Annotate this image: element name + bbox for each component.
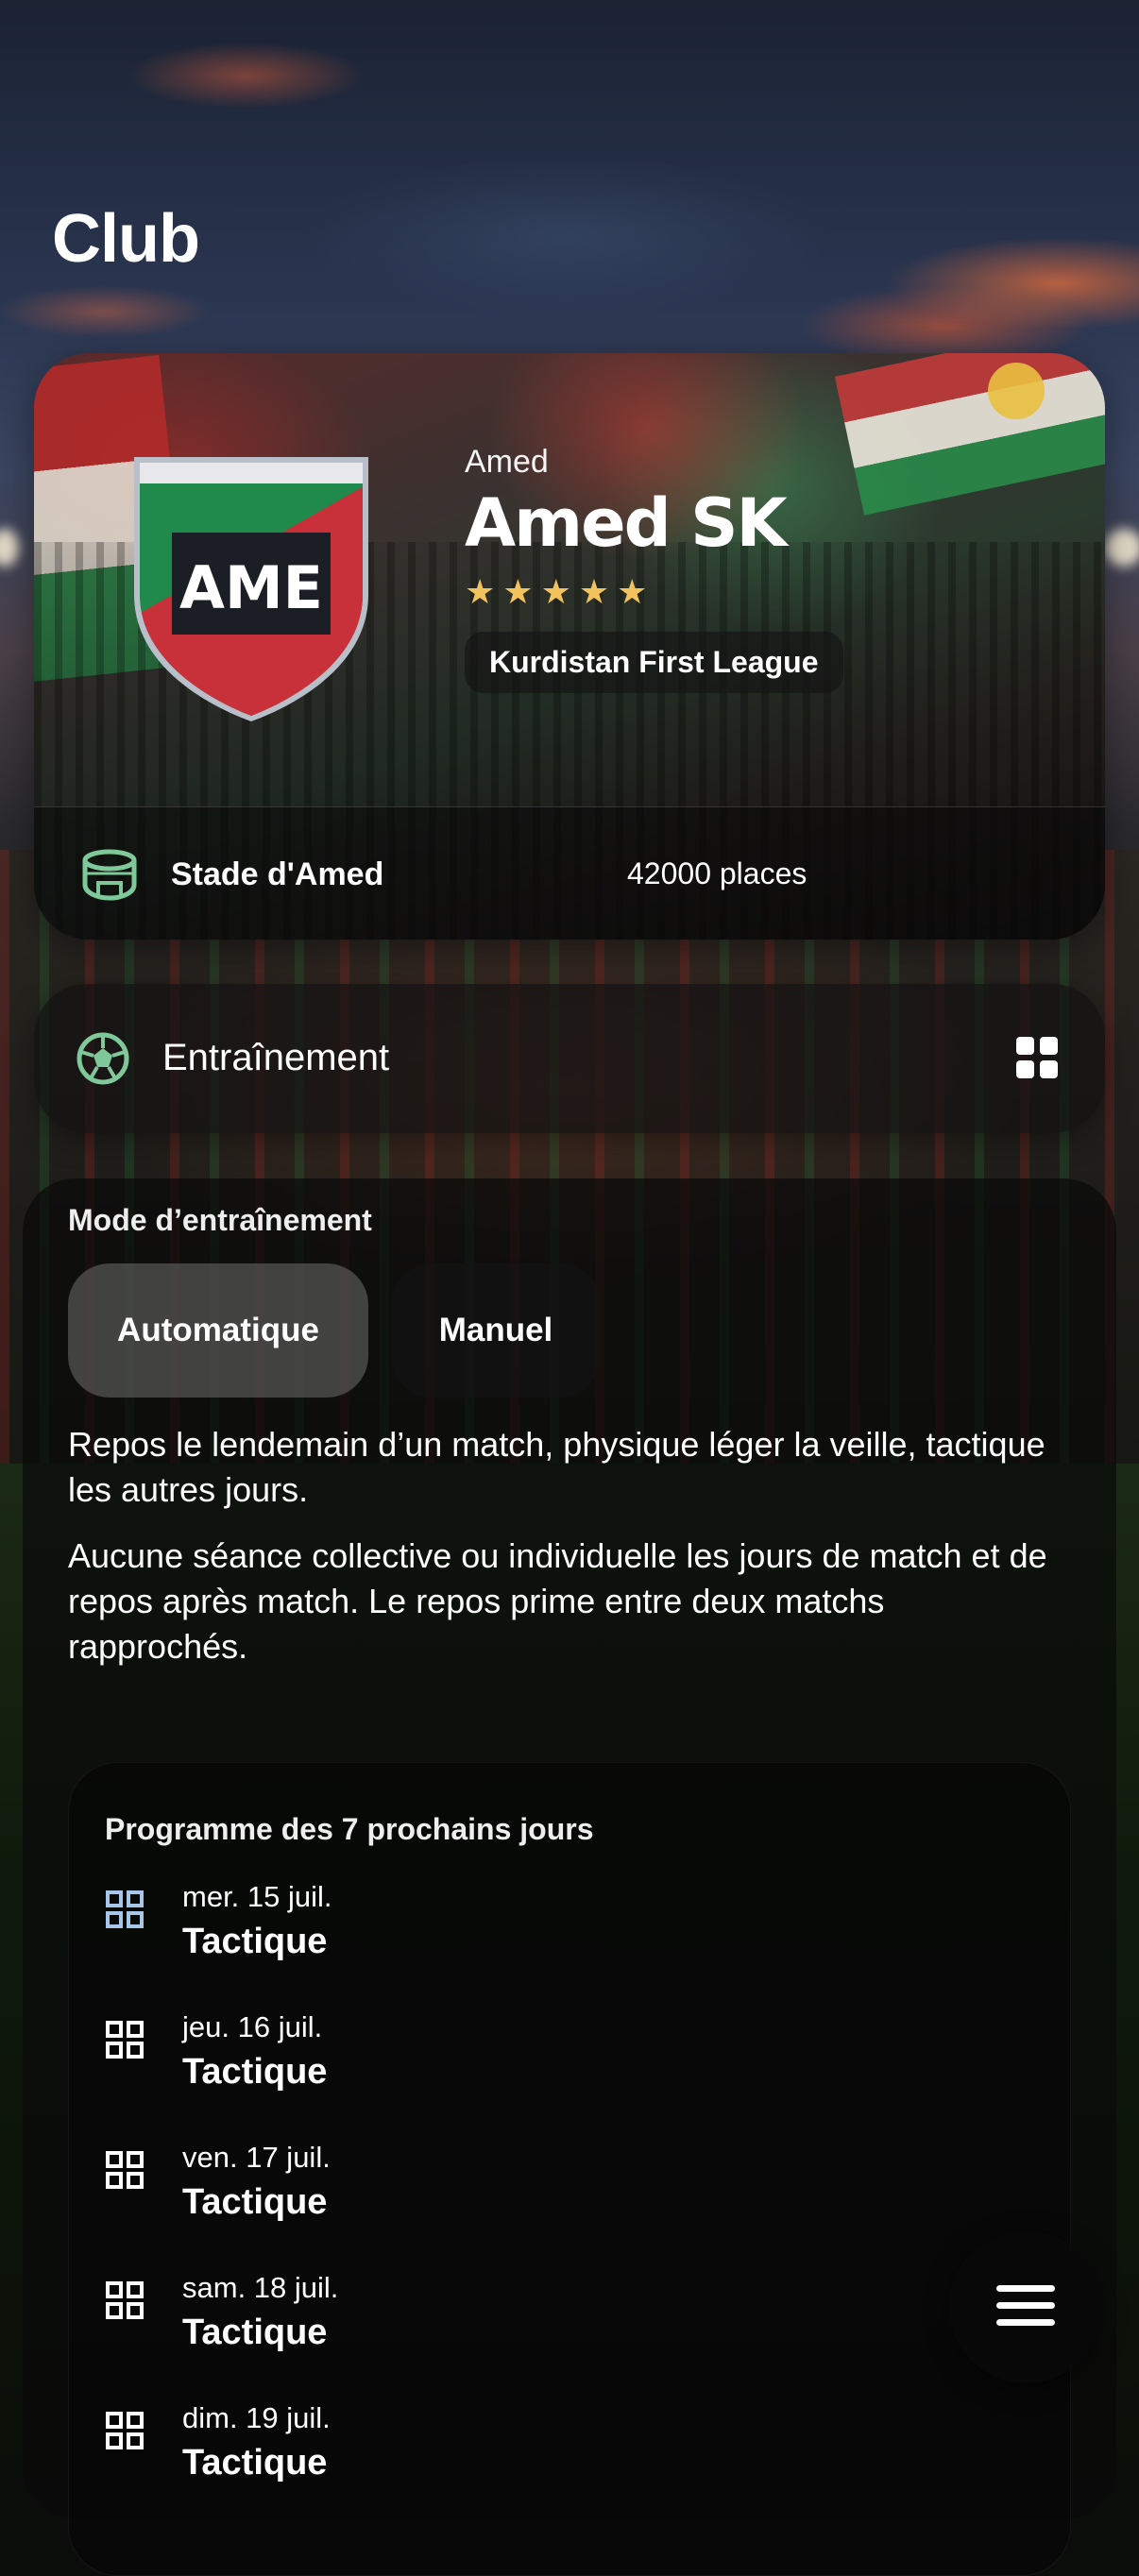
flag-sun	[988, 363, 1045, 419]
training-section-header[interactable]: Entraînement	[34, 984, 1105, 1133]
mode-automatic-button[interactable]: Automatique	[68, 1263, 368, 1398]
league-badge: Kurdistan First League	[465, 632, 843, 693]
star-icon: ★	[578, 572, 610, 611]
schedule-day-type: Tactique	[182, 1922, 328, 1961]
schedule-day-row[interactable]: jeu. 16 juil. Tactique	[105, 2010, 860, 2124]
stadium-name: Stade d'Amed	[171, 856, 384, 892]
grid-icon	[106, 2021, 144, 2059]
stadium-icon	[82, 849, 137, 901]
star-icon: ★	[540, 572, 571, 611]
grid-icon	[106, 2151, 144, 2189]
schedule-day-type: Tactique	[182, 2052, 328, 2092]
club-card[interactable]: AME Amed Amed SK ★ ★ ★ ★ ★ Kurdistan Fir…	[34, 353, 1105, 940]
schedule-title: Programme des 7 prochains jours	[105, 1812, 594, 1846]
stadium-bar: Stade d'Amed 42000 places	[34, 806, 1105, 940]
floodlight	[1105, 529, 1139, 567]
schedule-day-row[interactable]: sam. 18 juil. Tactique	[105, 2271, 860, 2384]
training-title: Entraînement	[162, 1037, 390, 1078]
training-description-2: Aucune séance collective ou individuelle…	[68, 1536, 1047, 1666]
training-description-1: Repos le lendemain d’un match, physique …	[68, 1425, 1046, 1509]
grid-icon	[106, 2412, 144, 2449]
club-crest-icon: AME	[134, 457, 368, 721]
club-city: Amed	[465, 444, 549, 480]
schedule-day-type: Tactique	[182, 2443, 328, 2483]
crest-text: AME	[179, 553, 323, 622]
page-title: Club	[52, 201, 200, 277]
schedule-day-row[interactable]: dim. 19 juil. Tactique	[105, 2401, 860, 2515]
stadium-capacity: 42000 places	[627, 856, 808, 890]
schedule-day-date: mer. 15 juil.	[182, 1880, 332, 1913]
schedule-day-date: ven. 17 juil.	[182, 2141, 331, 2174]
schedule-day-date: sam. 18 juil.	[182, 2271, 339, 2304]
grid-icon	[106, 1890, 144, 1928]
menu-button[interactable]	[949, 2230, 1102, 2383]
grid-icon	[106, 2281, 144, 2319]
soccer-ball-icon	[76, 1032, 129, 1085]
schedule-day-date: dim. 19 juil.	[182, 2401, 331, 2434]
grid-icon[interactable]	[1016, 1037, 1058, 1078]
star-icon: ★	[617, 572, 648, 611]
mode-manual-button[interactable]: Manuel	[391, 1263, 601, 1398]
training-mode-label: Mode d’entraînement	[68, 1203, 372, 1237]
hamburger-menu-icon	[996, 2285, 1055, 2326]
schedule-day-type: Tactique	[182, 2313, 328, 2352]
star-icon: ★	[465, 572, 496, 611]
schedule-day-row[interactable]: ven. 17 juil. Tactique	[105, 2141, 860, 2254]
schedule-day-type: Tactique	[182, 2182, 328, 2222]
club-rating: ★ ★ ★ ★ ★	[465, 575, 937, 609]
schedule-card: Programme des 7 prochains jours mer. 15 …	[68, 1762, 1071, 2576]
club-name: Amed SK	[465, 484, 788, 562]
schedule-day-row[interactable]: mer. 15 juil. Tactique	[105, 1880, 860, 1993]
club-info: Amed Amed SK ★ ★ ★ ★ ★ Kurdistan First L…	[465, 444, 937, 693]
star-icon: ★	[502, 572, 534, 611]
schedule-day-date: jeu. 16 juil.	[182, 2010, 323, 2043]
